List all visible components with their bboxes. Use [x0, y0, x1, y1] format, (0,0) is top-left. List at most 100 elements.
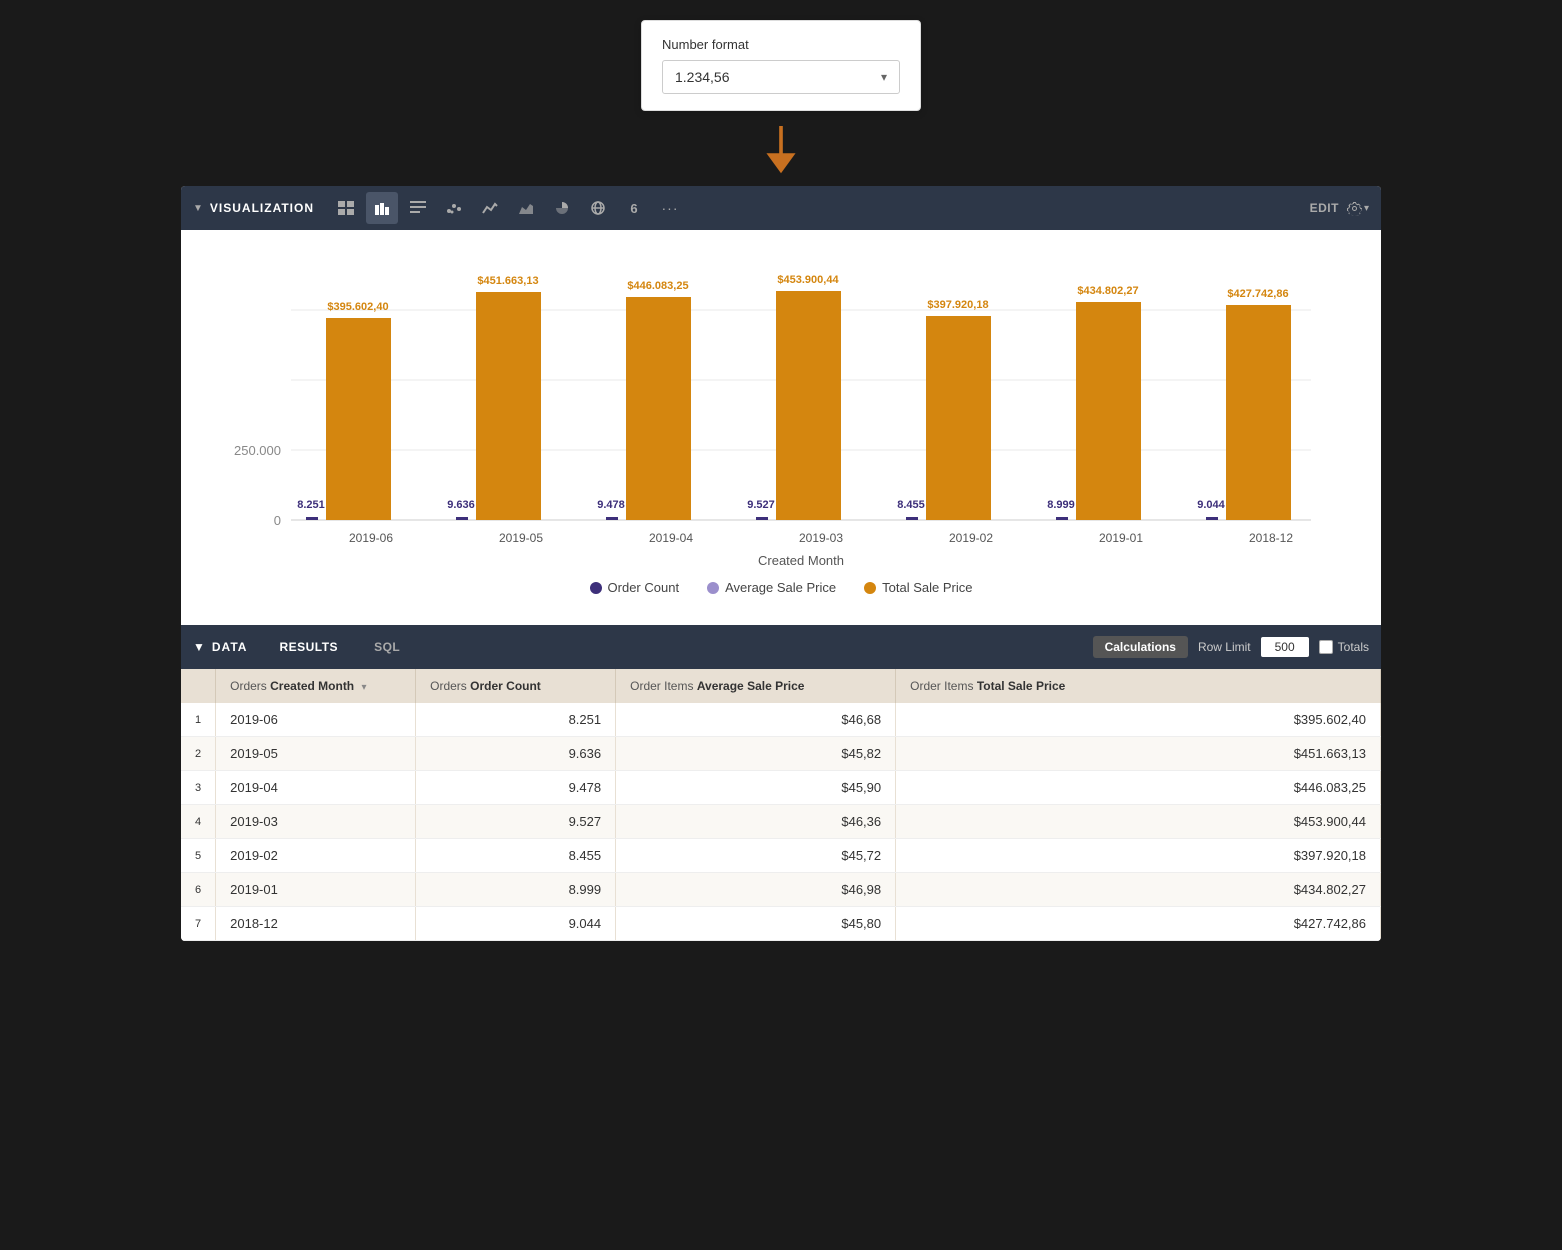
more-options-button[interactable]: ···	[654, 192, 686, 224]
cell-total-price-6: $434.802,27	[896, 873, 1381, 907]
th-orders-label: Orders	[230, 679, 270, 693]
pie-view-button[interactable]	[546, 192, 578, 224]
svg-text:2019-02: 2019-02	[949, 531, 993, 545]
list-view-button[interactable]	[402, 192, 434, 224]
number-format-select[interactable]: 1.234,56 ▾	[662, 60, 900, 94]
th-order-count[interactable]: Orders Order Count	[416, 669, 616, 703]
data-table-container: Orders Created Month ▾ Orders Order Coun…	[181, 669, 1381, 941]
data-toolbar-right: Calculations Row Limit Totals	[1093, 636, 1369, 658]
svg-text:2019-03: 2019-03	[799, 531, 843, 545]
th-total-sale-price-label: Total Sale Price	[977, 679, 1065, 693]
gear-dropdown-arrow: ▾	[1364, 203, 1369, 214]
table-row: 5 2019-02 8.455 $45,72 $397.920,18	[181, 839, 1381, 873]
table-row: 3 2019-04 9.478 $45,90 $446.083,25	[181, 771, 1381, 805]
svg-text:$453.900,44: $453.900,44	[777, 274, 839, 286]
table-view-button[interactable]	[330, 192, 362, 224]
bar-count-2019-05	[456, 517, 468, 520]
th-row-num	[181, 669, 216, 703]
chart-legend: Order Count Average Sale Price Total Sal…	[211, 570, 1351, 615]
arrow-down	[761, 126, 801, 176]
bar-total-2019-01	[1076, 302, 1141, 520]
totals-checkbox-group[interactable]: Totals	[1319, 640, 1369, 654]
cell-total-price-3: $446.083,25	[896, 771, 1381, 805]
bar-total-2019-04	[626, 297, 691, 520]
legend-dot-total-sale-price	[864, 582, 876, 594]
viz-section-title: ▼ VISUALIZATION	[193, 201, 314, 215]
line-view-button[interactable]	[474, 192, 506, 224]
bar-count-2019-06	[306, 517, 318, 520]
row-num-3: 3	[181, 771, 216, 805]
cell-order-count-3: 9.478	[416, 771, 616, 805]
svg-text:9.636: 9.636	[447, 499, 475, 511]
chart-area: 250.000 0 $395.602,40 8.251 $451.663,13 …	[181, 230, 1381, 625]
cell-order-count-4: 9.527	[416, 805, 616, 839]
chevron-down-icon: ▾	[881, 70, 887, 84]
bar-count-2019-02	[906, 517, 918, 520]
cell-month-2: 2019-05	[216, 737, 416, 771]
svg-text:$451.663,13: $451.663,13	[477, 275, 538, 287]
cell-total-price-2: $451.663,13	[896, 737, 1381, 771]
svg-text:$395.602,40: $395.602,40	[327, 301, 388, 313]
number-format-value: 1.234,56	[675, 69, 730, 85]
scatter-view-button[interactable]	[438, 192, 470, 224]
totals-checkbox[interactable]	[1319, 640, 1333, 654]
svg-text:2019-06: 2019-06	[349, 531, 393, 545]
th-avg-sale-price[interactable]: Order Items Average Sale Price	[616, 669, 896, 703]
cell-month-6: 2019-01	[216, 873, 416, 907]
chart-svg: 250.000 0 $395.602,40 8.251 $451.663,13 …	[211, 250, 1351, 570]
row-num-1: 1	[181, 703, 216, 737]
cell-avg-price-2: $45,82	[616, 737, 896, 771]
svg-text:250.000: 250.000	[234, 443, 281, 458]
area-view-button[interactable]	[510, 192, 542, 224]
number-view-button[interactable]: 6	[618, 192, 650, 224]
legend-label-order-count: Order Count	[608, 580, 680, 595]
data-section-title: ▼ DATA	[193, 640, 247, 654]
cell-total-price-7: $427.742,86	[896, 907, 1381, 941]
cell-month-4: 2019-03	[216, 805, 416, 839]
bar-chart-view-button[interactable]	[366, 192, 398, 224]
data-collapse-icon[interactable]: ▼	[193, 640, 206, 654]
th-order-items-label2: Order Items	[910, 679, 977, 693]
cell-month-1: 2019-06	[216, 703, 416, 737]
sort-icon[interactable]: ▾	[361, 682, 366, 693]
cell-order-count-5: 8.455	[416, 839, 616, 873]
row-limit-label: Row Limit	[1198, 640, 1251, 654]
globe-view-button[interactable]	[582, 192, 614, 224]
gear-settings-button[interactable]: ▾	[1347, 201, 1369, 216]
chart-svg-container: 250.000 0 $395.602,40 8.251 $451.663,13 …	[211, 250, 1351, 570]
th-total-sale-price[interactable]: Order Items Total Sale Price	[896, 669, 1381, 703]
svg-text:9.044: 9.044	[1197, 499, 1225, 511]
cell-order-count-7: 9.044	[416, 907, 616, 941]
edit-button[interactable]: EDIT	[1310, 201, 1339, 215]
svg-text:8.999: 8.999	[1047, 499, 1075, 511]
cell-month-3: 2019-04	[216, 771, 416, 805]
legend-dot-order-count	[590, 582, 602, 594]
cell-month-5: 2019-02	[216, 839, 416, 873]
calculations-button[interactable]: Calculations	[1093, 636, 1188, 658]
svg-text:Created Month: Created Month	[758, 553, 844, 568]
cell-total-price-4: $453.900,44	[896, 805, 1381, 839]
th-created-month[interactable]: Orders Created Month ▾	[216, 669, 416, 703]
bar-total-2019-05	[476, 292, 541, 520]
svg-text:$397.920,18: $397.920,18	[927, 299, 988, 311]
svg-text:9.527: 9.527	[747, 499, 775, 511]
bar-total-2019-03	[776, 291, 841, 520]
th-created-month-label: Created Month	[270, 679, 354, 693]
collapse-icon[interactable]: ▼	[193, 203, 204, 214]
row-num-5: 5	[181, 839, 216, 873]
bar-total-2019-02	[926, 316, 991, 520]
svg-text:2019-04: 2019-04	[649, 531, 693, 545]
results-tab[interactable]: RESULTS	[263, 634, 354, 660]
totals-label: Totals	[1338, 640, 1369, 654]
viz-toolbar-left: ▼ VISUALIZATION	[193, 192, 686, 224]
legend-order-count: Order Count	[590, 580, 680, 595]
cell-avg-price-3: $45,90	[616, 771, 896, 805]
main-container: ▼ VISUALIZATION	[181, 186, 1381, 941]
sql-tab[interactable]: SQL	[358, 634, 416, 660]
legend-avg-sale-price: Average Sale Price	[707, 580, 836, 595]
bar-count-2019-03	[756, 517, 768, 520]
number-format-label: Number format	[662, 37, 900, 52]
row-limit-input[interactable]	[1261, 637, 1309, 657]
cell-order-count-6: 8.999	[416, 873, 616, 907]
data-toolbar: ▼ DATA RESULTS SQL Calculations Row Limi…	[181, 625, 1381, 669]
